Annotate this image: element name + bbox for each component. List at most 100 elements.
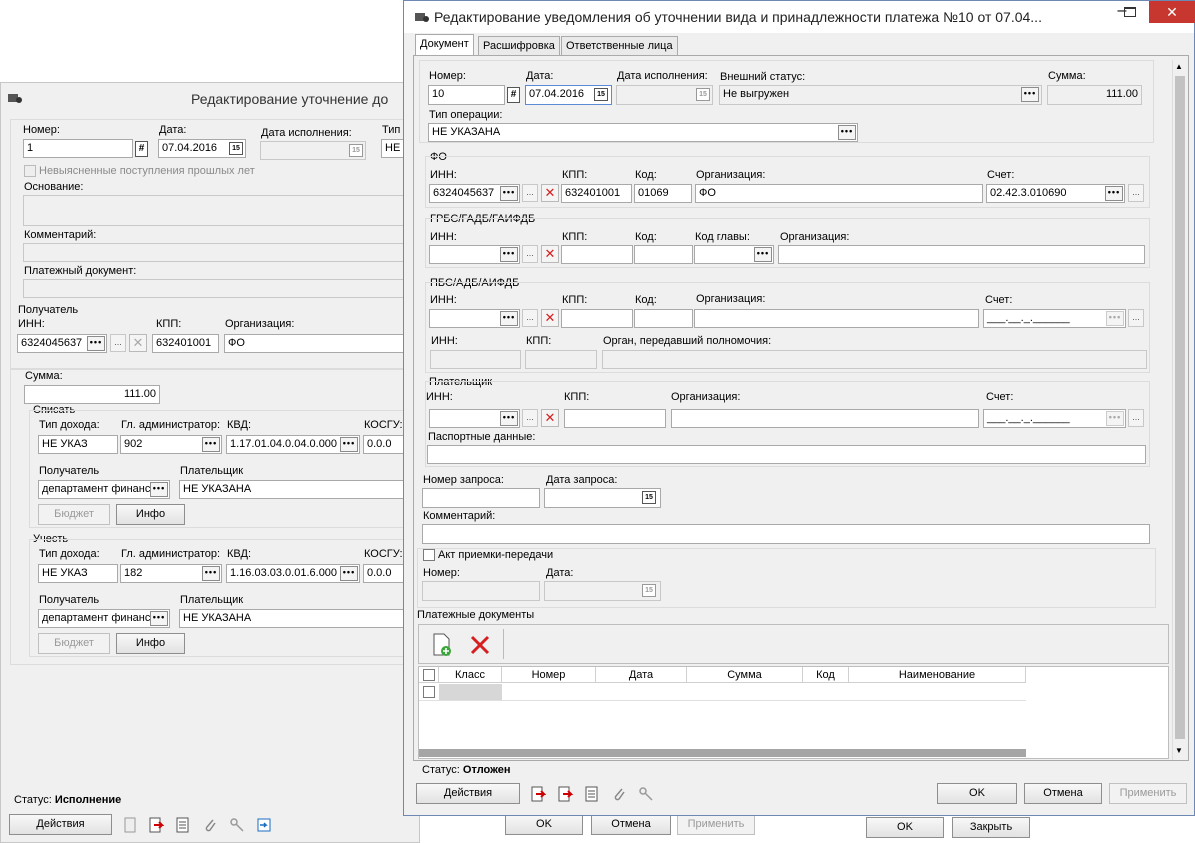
payer-schet-field[interactable]: ___.__._.______ [983, 409, 1126, 428]
uchest-tip-field[interactable]: НЕ УКАЗ [38, 564, 118, 583]
fo-schet-label: Счет: [987, 169, 1015, 181]
col-data[interactable]: Дата [596, 667, 687, 683]
pbs-kpp-field[interactable] [561, 309, 633, 328]
attach-icon[interactable] [611, 786, 627, 802]
grbs-inn-lookup-button[interactable]: ••• [500, 247, 518, 262]
payer-clear-button[interactable]: ✕ [541, 409, 559, 427]
ellipsis-button[interactable]: ... [1128, 409, 1144, 427]
org-field[interactable]: ФО [224, 334, 421, 353]
cancel-button[interactable]: Отмена [1024, 783, 1102, 804]
selected-cell[interactable] [439, 684, 502, 700]
gl-lookup-button[interactable]: ••• [202, 566, 220, 581]
calendar-icon[interactable]: 15 [229, 142, 243, 155]
attach-icon[interactable] [202, 817, 218, 833]
tab-document[interactable]: Документ [415, 34, 474, 55]
hash-icon[interactable]: # [507, 87, 520, 103]
import-red-icon[interactable] [557, 786, 573, 802]
tab-responsible[interactable]: Ответственные лица [561, 36, 678, 55]
close-button[interactable]: Закрыть [952, 817, 1030, 838]
inn-lookup-button[interactable]: ••• [87, 336, 105, 351]
add-document-icon[interactable] [431, 633, 453, 657]
ok-button[interactable]: OK [937, 783, 1017, 804]
tip-op-field[interactable]: НЕ УКАЗАНА [428, 123, 858, 142]
payer-org-field[interactable] [671, 409, 979, 428]
close-icon[interactable]: ✕ [1149, 1, 1195, 23]
background-window: Редактирование уточнение до Номер: 1 # Д… [0, 82, 1030, 843]
fo-kpp-field[interactable]: 632401001 [561, 184, 632, 203]
summa-field[interactable]: 111.00 [24, 385, 160, 404]
export-red-icon[interactable] [148, 817, 164, 833]
kvd-lookup-button[interactable]: ••• [340, 437, 358, 452]
grbs-kpp-field[interactable] [561, 245, 633, 264]
col-summa[interactable]: Сумма [687, 667, 803, 683]
kpp-field[interactable]: 632401001 [152, 334, 219, 353]
fo-schet-lookup-button[interactable]: ••• [1105, 186, 1123, 201]
actions-button[interactable]: Действия [9, 814, 112, 835]
uchest-plat-field[interactable]: НЕ УКАЗАНА [179, 609, 421, 628]
list-doc-icon[interactable] [584, 786, 600, 802]
col-nomer[interactable]: Номер [502, 667, 596, 683]
tip-op-lookup-button[interactable]: ••• [838, 125, 856, 140]
scroll-up-icon[interactable]: ▲ [1175, 62, 1183, 71]
col-naimenovanie[interactable]: Наименование [849, 667, 1026, 683]
delete-icon[interactable] [469, 634, 491, 656]
grbs-clear-button[interactable]: ✕ [541, 245, 559, 263]
key-icon[interactable] [229, 817, 245, 833]
request-nomer-field[interactable] [422, 488, 540, 508]
document-icon[interactable] [122, 817, 138, 833]
export-red-icon[interactable] [530, 786, 546, 802]
fo-clear-button[interactable]: ✕ [541, 184, 559, 202]
list-doc-icon[interactable] [175, 817, 191, 833]
fo-inn-lookup-button[interactable]: ••• [500, 186, 518, 201]
pbs-org-label: Организация: [696, 293, 766, 305]
pbs-inn-lookup-button[interactable]: ••• [500, 311, 518, 326]
ellipsis-button[interactable]: ... [522, 309, 538, 327]
ellipsis-button[interactable]: ... [522, 409, 538, 427]
scrollbar-thumb[interactable] [1175, 76, 1185, 739]
grbs-kod-field[interactable] [634, 245, 693, 264]
actions-button[interactable]: Действия [416, 783, 520, 804]
col-kod[interactable]: Код [803, 667, 849, 683]
spisat-tip-field[interactable]: НЕ УКАЗ [38, 435, 118, 454]
info-button[interactable]: Инфо [116, 633, 185, 654]
passport-field[interactable] [427, 445, 1146, 464]
calendar-icon[interactable]: 15 [594, 88, 608, 101]
hash-icon[interactable]: # [135, 141, 148, 157]
grbs-org-field[interactable] [778, 245, 1145, 264]
nomer-field[interactable]: 1 [23, 139, 133, 158]
save-icon[interactable] [256, 817, 272, 833]
select-all-checkbox[interactable] [423, 669, 435, 681]
pbs-schet-field[interactable]: ___.__._.______ [983, 309, 1126, 328]
calendar-icon[interactable]: 15 [642, 491, 656, 504]
pbs-kod-field[interactable] [634, 309, 693, 328]
ok2-button[interactable]: OK [866, 817, 944, 838]
row-checkbox[interactable] [423, 686, 435, 698]
pbs-clear-button[interactable]: ✕ [541, 309, 559, 327]
info-button[interactable]: Инфо [116, 504, 185, 525]
pol-lookup-button[interactable]: ••• [150, 482, 168, 497]
fo-kod-field[interactable]: 01069 [634, 184, 692, 203]
ext-status-lookup-button[interactable]: ••• [1021, 87, 1039, 102]
pol-lookup-button[interactable]: ••• [150, 611, 168, 626]
vertical-scrollbar[interactable]: ▲ ▼ [1172, 60, 1186, 760]
akt-checkbox[interactable] [423, 549, 435, 561]
cancel-button[interactable]: Отмена [591, 814, 671, 835]
key-icon[interactable] [638, 786, 654, 802]
payer-inn-lookup-button[interactable]: ••• [500, 411, 518, 426]
table-row[interactable] [419, 684, 1026, 701]
tab-rasshifrovka[interactable]: Расшифровка [478, 36, 560, 55]
spisat-plat-field[interactable]: НЕ УКАЗАНА [179, 480, 421, 499]
ok-button[interactable]: OK [505, 814, 583, 835]
maximize-icon[interactable] [1124, 7, 1136, 17]
kvd-lookup-button[interactable]: ••• [340, 566, 358, 581]
fo-org-field[interactable]: ФО [695, 184, 983, 203]
gl-lookup-button[interactable]: ••• [202, 437, 220, 452]
nomer-field[interactable]: 10 [428, 85, 505, 105]
col-klass[interactable]: Класс [439, 667, 502, 683]
grbs-kod-glavy-lookup-button[interactable]: ••• [754, 247, 772, 262]
pbs-org-field[interactable] [694, 309, 979, 328]
payer-kpp-field[interactable] [564, 409, 666, 428]
scroll-down-icon[interactable]: ▼ [1175, 746, 1183, 755]
ellipsis-button[interactable]: ... [522, 184, 538, 202]
request-komment-field[interactable] [422, 524, 1150, 544]
